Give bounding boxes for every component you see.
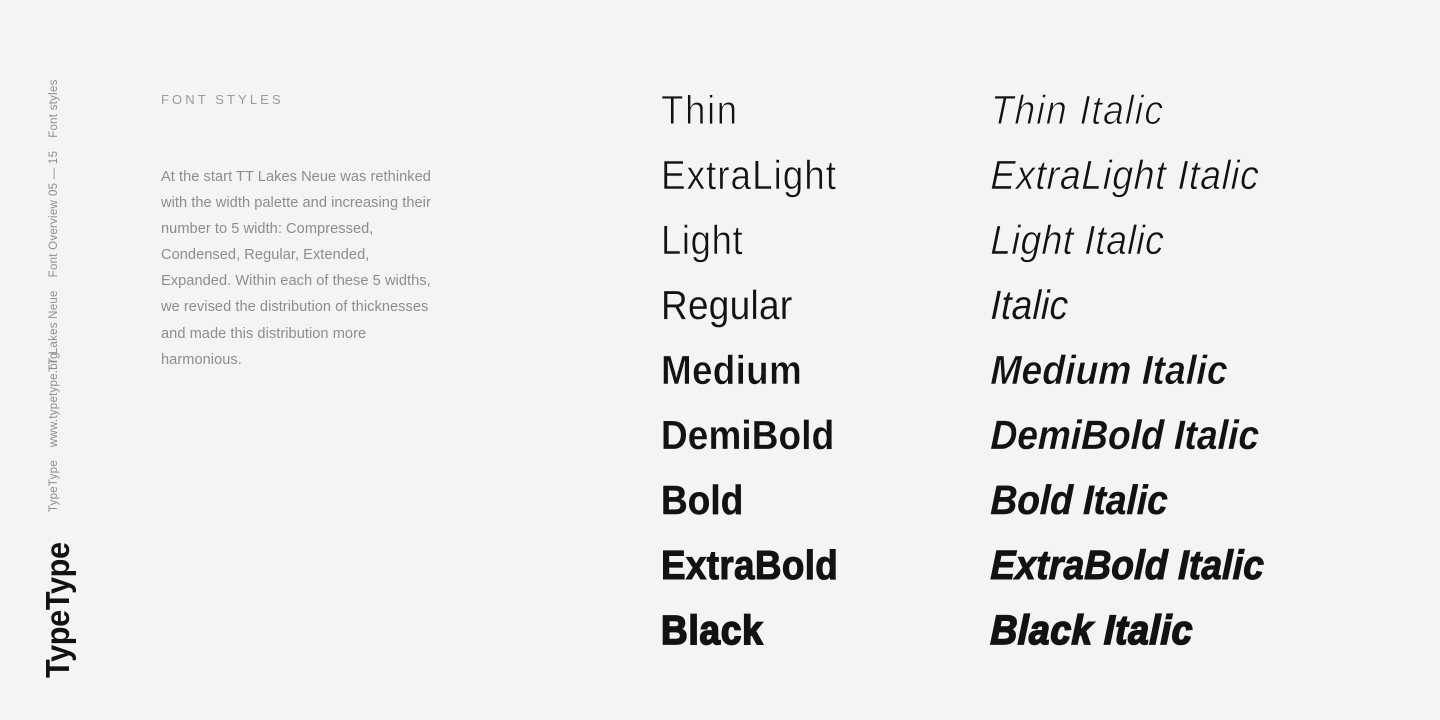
document-subtitle: Font Overview [48, 199, 60, 278]
specimen-row: Light Light Italic [661, 217, 1440, 285]
specimen-roman: Regular [661, 282, 793, 328]
typetype-logo: TypeType [39, 532, 77, 678]
info-description: At the start TT Lakes Neue was rethinked… [161, 169, 431, 368]
specimen-italic: Bold Italic [989, 477, 1169, 523]
info-column: FONT STYLES At the start TT Lakes Neue w… [161, 92, 446, 373]
specimen-roman: Bold [661, 477, 744, 523]
specimen-row: Bold Bold Italic [661, 477, 1440, 545]
specimen-roman: ExtraLight [661, 152, 838, 198]
foundry-name: TypeType [48, 460, 60, 512]
specimen-italic: ExtraBold Italic [989, 542, 1266, 589]
specimen-row: ExtraLight ExtraLight Italic [661, 152, 1440, 220]
specimen-row: Regular Italic [661, 282, 1440, 350]
specimen-row: DemiBold DemiBold Italic [661, 412, 1440, 480]
section-name: Font styles [48, 79, 60, 138]
specimen-row: Black Black Italic [660, 606, 1440, 675]
specimen-italic: DemiBold Italic [989, 412, 1260, 458]
specimen-roman: Thin [661, 87, 739, 133]
specimen-italic: Medium Italic [989, 347, 1229, 394]
logo-wordmark: TypeType [39, 542, 76, 678]
sidebar-document-info: TT Lakes Neue Font Overview [47, 200, 61, 372]
sidebar-brand-info: TypeType www.typetype.org [47, 352, 61, 512]
specimen-roman: Medium [661, 347, 803, 393]
specimen-row: Medium Medium Italic [661, 347, 1440, 415]
specimen-italic: Light Italic [989, 217, 1166, 264]
specimen-roman: Black [660, 607, 764, 653]
specimen-row: ExtraBold ExtraBold Italic [661, 542, 1440, 610]
sidebar-pagination: 05 — 15 Font styles [47, 79, 61, 196]
foundry-website[interactable]: www.typetype.org [47, 352, 61, 447]
specimen-italic: Thin Italic [989, 87, 1166, 134]
sidebar: 05 — 15 Font styles TT Lakes Neue Font O… [0, 0, 120, 720]
specimen-italic: Italic [989, 282, 1070, 328]
page-title: FONT STYLES [161, 92, 284, 107]
specimen-italic: Black Italic [989, 606, 1195, 654]
specimen-row: Thin Thin Italic [661, 87, 1440, 155]
specimen-roman: Light [661, 217, 744, 263]
specimen-roman: DemiBold [661, 412, 835, 458]
specimen-roman: ExtraBold [661, 542, 839, 588]
font-style-specimen-list: Thin Thin Italic ExtraLight ExtraLight Ital… [660, 0, 1440, 720]
specimen-italic: ExtraLight Italic [989, 152, 1261, 199]
page-range: 05 — 15 [48, 150, 60, 196]
